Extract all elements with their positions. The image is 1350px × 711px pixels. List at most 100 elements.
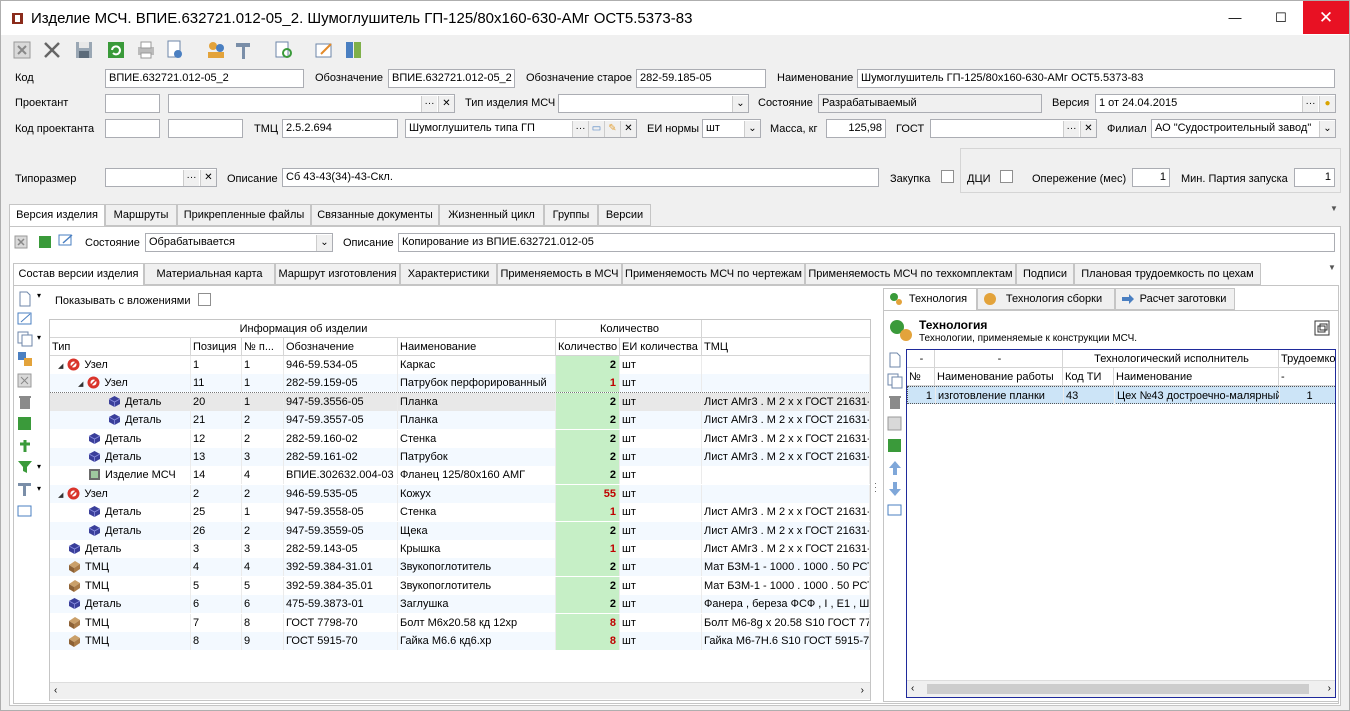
expand-toggle-icon[interactable]: ◢ bbox=[78, 381, 83, 388]
naimenovanie-field[interactable]: Шумоглушитель ГП-125/80х160-630-АМг ОСТ5… bbox=[857, 69, 1335, 88]
col-number[interactable]: № п... bbox=[242, 338, 284, 356]
tab-manufacturing-route[interactable]: Маршрут изготовления bbox=[275, 263, 400, 285]
refresh-technology-icon[interactable] bbox=[887, 438, 903, 454]
table-row[interactable]: Деталь 13 3 282-59.161-02 Патрубок 2 шт Лист АМ… bbox=[50, 448, 870, 466]
scroll-thumb[interactable] bbox=[927, 684, 1309, 694]
tech-horizontal-scrollbar[interactable]: ‹ › bbox=[907, 680, 1335, 697]
new-document-icon[interactable] bbox=[17, 291, 33, 307]
lightbulb-icon[interactable]: ● bbox=[1319, 96, 1335, 112]
print-icon[interactable] bbox=[135, 39, 157, 61]
scroll-right-icon[interactable]: › bbox=[1328, 683, 1331, 694]
filial-select[interactable]: АО "Судостроительный завод" ⌄ bbox=[1151, 119, 1336, 138]
tech-col-work[interactable]: Наименование работы bbox=[935, 368, 1063, 386]
copy-dropdown-icon[interactable]: ▾ bbox=[37, 333, 41, 342]
zakupka-checkbox[interactable] bbox=[941, 170, 954, 183]
scroll-left-icon[interactable]: ‹ bbox=[54, 685, 57, 696]
folder-icon[interactable]: ▭ bbox=[588, 121, 604, 137]
version-desc-field[interactable]: Копирование из ВПИЕ.632721.012-05 bbox=[398, 233, 1335, 252]
ellipsis-icon[interactable]: ··· bbox=[1063, 121, 1079, 137]
refresh-grid-icon[interactable] bbox=[17, 416, 33, 432]
table-row[interactable]: Деталь 20 1 947-59.3556-05 Планка 2 шт Лист АМг… bbox=[50, 391, 870, 412]
table-row[interactable]: Изделие МСЧ 14 4 ВПИЕ.302632.004-03 Фланец 1… bbox=[50, 466, 870, 485]
ei-normy-select[interactable]: шт ⌄ bbox=[702, 119, 761, 138]
scroll-left-icon[interactable]: ‹ bbox=[911, 683, 914, 694]
tab-version[interactable]: Версия изделия bbox=[9, 204, 105, 227]
new-dropdown-icon[interactable]: ▾ bbox=[37, 291, 41, 300]
oboznachenie-field[interactable]: ВПИЕ.632721.012-05_2 bbox=[388, 69, 515, 88]
col-designation[interactable]: Обозначение bbox=[284, 338, 398, 356]
tab-routes[interactable]: Маршруты bbox=[105, 204, 177, 226]
export-grid-icon[interactable] bbox=[17, 503, 33, 519]
tech-col-code[interactable]: Код ТИ bbox=[1063, 368, 1114, 386]
cancel-row-icon[interactable] bbox=[17, 373, 33, 389]
ellipsis-icon[interactable]: ··· bbox=[183, 170, 199, 186]
opisanie-field[interactable]: Сб 43-43(34)-43-Скл. bbox=[282, 168, 879, 187]
tools-dropdown-icon[interactable] bbox=[233, 39, 255, 61]
expand-toggle-icon[interactable]: ◢ bbox=[58, 363, 63, 370]
horizontal-scrollbar[interactable]: ‹ › bbox=[50, 682, 870, 699]
new-technology-icon[interactable] bbox=[887, 352, 903, 368]
proektant-code-field[interactable] bbox=[105, 94, 160, 113]
clear-icon[interactable]: ✕ bbox=[620, 121, 636, 137]
chevron-down-icon[interactable]: ⌄ bbox=[744, 121, 760, 137]
tab-lifecycle[interactable]: Жизненный цикл bbox=[439, 204, 544, 226]
close-icon[interactable] bbox=[41, 39, 63, 61]
table-row[interactable]: Деталь 25 1 947-59.3558-05 Стенка 1 шт Лист АМг… bbox=[50, 503, 870, 522]
table-row[interactable]: ТМЦ 4 4 392-59.384-31.01 Звукопоглотитель 2 шт… bbox=[50, 558, 870, 577]
tab-planned-labor[interactable]: Плановая трудоемкость по цехам bbox=[1074, 263, 1261, 285]
table-row[interactable]: ◢ Узел 2 2 946-59.535-05 Кожух 55 шт bbox=[50, 484, 870, 503]
tab-linked-documents[interactable]: Связанные документы bbox=[311, 204, 439, 226]
col-type[interactable]: Тип bbox=[50, 338, 191, 356]
tmc-name-field[interactable]: Шумоглушитель типа ГП ··· ▭ ✎ ✕ bbox=[405, 119, 637, 138]
table-row[interactable]: ТМЦ 8 9 ГОСТ 5915-70 Гайка М6.6 кд6.хр 8 шт Гай… bbox=[50, 632, 870, 650]
tab-assembly-technology[interactable]: Технология сборки bbox=[977, 288, 1115, 310]
ellipsis-icon[interactable]: ··· bbox=[572, 121, 588, 137]
operezhenie-field[interactable]: 1 bbox=[1132, 168, 1170, 187]
clear-icon[interactable]: ✕ bbox=[200, 170, 216, 186]
edit-row-icon[interactable] bbox=[17, 311, 33, 327]
maximize-button[interactable]: ☐ bbox=[1258, 1, 1304, 34]
refresh-icon[interactable] bbox=[105, 39, 127, 61]
table-row[interactable]: Деталь 21 2 947-59.3557-05 Планка 2 шт Лист АМг… bbox=[50, 411, 870, 430]
table-row[interactable]: Деталь 12 2 282-59.160-02 Стенка 2 шт Лист АМг3… bbox=[50, 429, 870, 448]
arrow-down-icon[interactable] bbox=[887, 481, 903, 497]
delete-icon[interactable] bbox=[17, 394, 33, 410]
tab-signatures[interactable]: Подписи bbox=[1016, 263, 1074, 285]
kod-field[interactable]: ВПИЕ.632721.012-05_2 bbox=[105, 69, 304, 88]
table-row[interactable]: ◢ Узел 11 1 282-59.159-05 Патрубок перфориров… bbox=[50, 374, 870, 393]
tab-applicability-msch[interactable]: Применяемость в МСЧ bbox=[497, 263, 622, 285]
tip-izdeliya-select[interactable]: ⌄ bbox=[558, 94, 749, 113]
col-tmc[interactable]: ТМЦ bbox=[702, 338, 870, 356]
tab-composition[interactable]: Состав версии изделия bbox=[13, 263, 144, 286]
users-icon[interactable] bbox=[205, 39, 227, 61]
tab-applicability-kits[interactable]: Применяемость МСЧ по техкомплектам bbox=[805, 263, 1016, 285]
tech-row[interactable]: 1 изготовление планки 43 Цех №43 дострое… bbox=[907, 386, 1335, 405]
table-row[interactable]: ТМЦ 5 5 392-59.384-35.01 Звукопоглотитель 2 шт… bbox=[50, 576, 870, 595]
versiya-field[interactable]: 1 от 24.04.2015 ··· ● bbox=[1095, 94, 1336, 113]
edit-version-icon[interactable] bbox=[58, 233, 74, 247]
scroll-right-icon[interactable]: › bbox=[861, 685, 864, 696]
restore-icon[interactable] bbox=[1314, 320, 1330, 336]
oboznachenie-old-field[interactable]: 282-59.185-05 bbox=[636, 69, 766, 88]
col-unit[interactable]: ЕИ количества bbox=[620, 338, 702, 356]
clear-icon[interactable]: ✕ bbox=[1080, 121, 1096, 137]
cancel-edit-icon[interactable] bbox=[11, 39, 33, 61]
splitter-handle[interactable]: · · · bbox=[874, 479, 877, 496]
expand-toggle-icon[interactable]: ◢ bbox=[58, 492, 63, 499]
clear-icon[interactable]: ✕ bbox=[438, 96, 454, 112]
col-quantity[interactable]: Количество bbox=[556, 338, 620, 356]
col-position[interactable]: Позиция bbox=[191, 338, 242, 356]
table-row[interactable]: ТМЦ 7 8 ГОСТ 7798-70 Болт М6х20.58 кд 12хр 8 ш… bbox=[50, 613, 870, 632]
edit-technology-icon[interactable] bbox=[887, 502, 903, 518]
close-button[interactable]: ✕ bbox=[1303, 1, 1349, 34]
tab-material-card[interactable]: Материальная карта bbox=[144, 263, 275, 285]
edit-form-icon[interactable] bbox=[313, 39, 335, 61]
min-partiya-field[interactable]: 1 bbox=[1294, 168, 1335, 187]
tab-characteristics[interactable]: Характеристики bbox=[400, 263, 497, 285]
copy-icon[interactable] bbox=[17, 331, 33, 347]
chevron-down-icon[interactable]: ⌄ bbox=[316, 235, 332, 251]
table-row[interactable]: Деталь 26 2 947-59.3559-05 Щека 2 шт Лист АМг3 … bbox=[50, 521, 870, 540]
tab-attached-files[interactable]: Прикрепленные файлы bbox=[177, 204, 311, 226]
table-row[interactable]: Деталь 6 6 475-59.3873-01 Заглушка 2 шт Фанера … bbox=[50, 595, 870, 614]
gost-field[interactable]: ··· ✕ bbox=[930, 119, 1097, 138]
